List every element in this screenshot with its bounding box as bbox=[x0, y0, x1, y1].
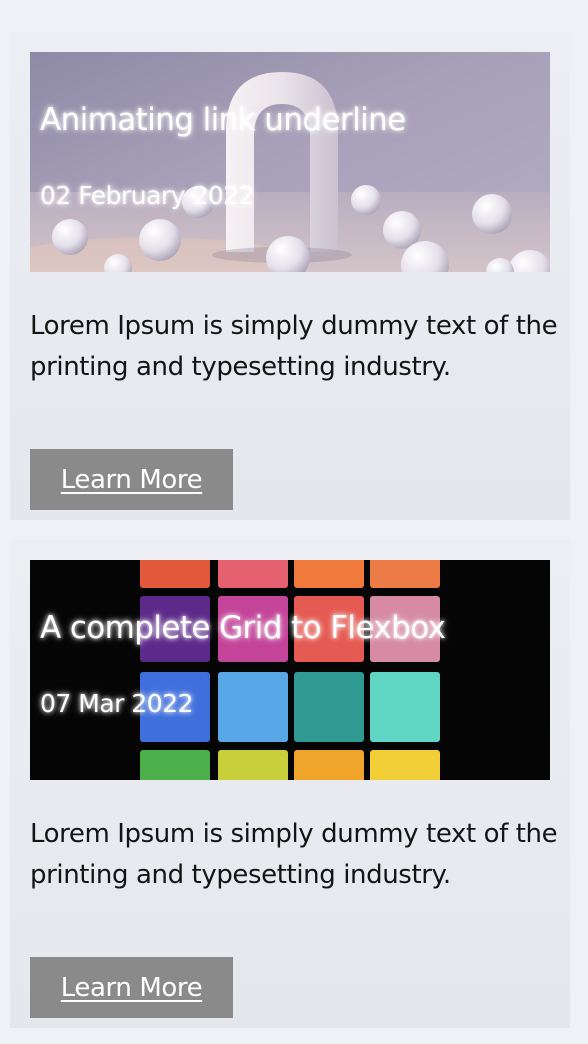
arch-spheres-image bbox=[30, 52, 550, 272]
learn-more-button[interactable]: Learn More bbox=[30, 449, 233, 510]
card-description: Lorem Ipsum is simply dummy text of the … bbox=[30, 311, 558, 382]
blog-card: Animating link underline 02 February 202… bbox=[10, 32, 570, 520]
eyeshadow-palette-image bbox=[30, 560, 550, 780]
card-image-arch-spheres[interactable]: Animating link underline 02 February 202… bbox=[30, 52, 550, 272]
card-date: 07 Mar 2022 bbox=[40, 689, 194, 718]
blog-card: A complete Grid to Flexbox 07 Mar 2022 L… bbox=[10, 540, 570, 1028]
card-image-eyeshadow-palette[interactable]: A complete Grid to Flexbox 07 Mar 2022 bbox=[30, 560, 550, 780]
card-description: Lorem Ipsum is simply dummy text of the … bbox=[30, 819, 558, 890]
learn-more-button[interactable]: Learn More bbox=[30, 957, 233, 1018]
card-title[interactable]: Animating link underline bbox=[40, 102, 406, 138]
card-date: 02 February 2022 bbox=[40, 181, 255, 210]
card-title[interactable]: A complete Grid to Flexbox bbox=[40, 610, 446, 646]
